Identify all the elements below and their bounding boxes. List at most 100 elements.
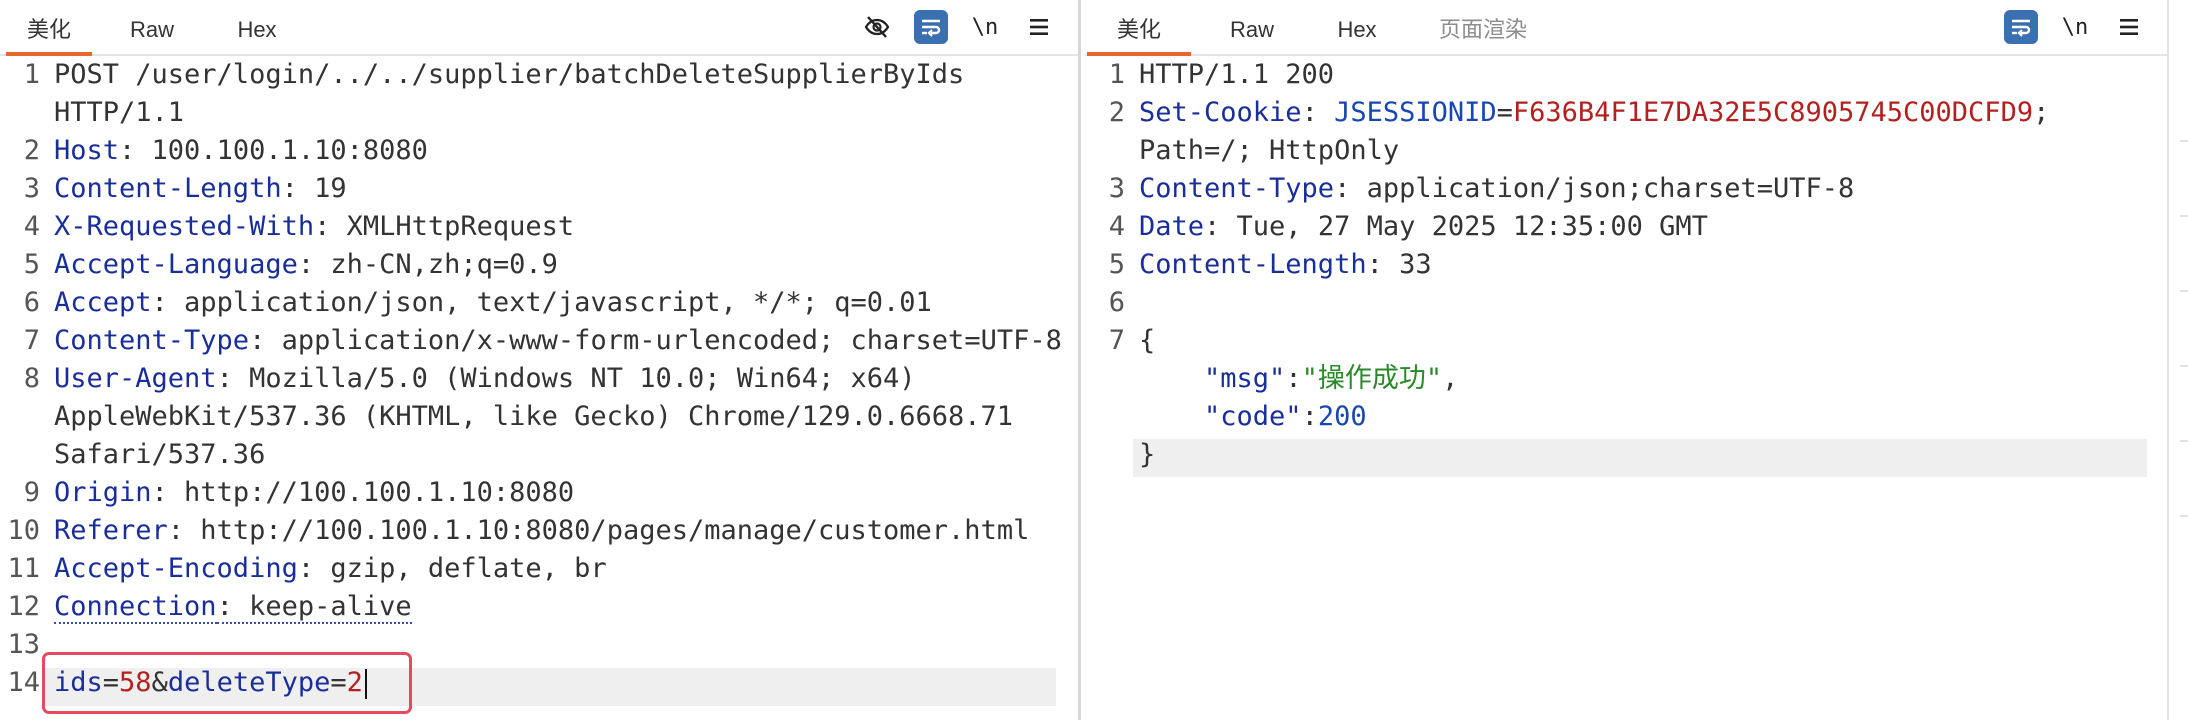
code-token: Content-Type bbox=[1139, 173, 1335, 204]
request-editor[interactable]: 1 POST /user/login/../../supplier/batchDe… bbox=[0, 56, 1078, 720]
request-tab-pretty[interactable]: 美化 bbox=[6, 0, 92, 56]
code-token: POST /user/login/../../supplier/batchDel… bbox=[54, 59, 965, 90]
code-token: , bbox=[1442, 363, 1459, 394]
code-token: Accept-Language bbox=[54, 249, 298, 280]
code-line[interactable]: "msg":"操作成功", bbox=[1085, 360, 2167, 398]
response-tab-hex[interactable]: Hex bbox=[1322, 0, 1392, 54]
newline-toggle[interactable]: \n bbox=[968, 10, 1002, 44]
code-line[interactable]: 1 HTTP/1.1 200 bbox=[1085, 56, 2167, 94]
code-token: User-Agent bbox=[54, 363, 217, 394]
line-number: 7 bbox=[23, 325, 40, 356]
code-token: : 19 bbox=[281, 173, 347, 204]
eye-slash-icon[interactable] bbox=[860, 10, 894, 44]
gutter-tick bbox=[2180, 440, 2188, 442]
code-line[interactable]: 5 Content-Length: 33 bbox=[1085, 246, 2167, 284]
line-number: 14 bbox=[7, 667, 40, 698]
response-tab-raw[interactable]: Raw bbox=[1216, 0, 1288, 54]
code-line[interactable]: 3 Content-Type: application/json;charset=… bbox=[1085, 170, 2167, 208]
request-pane: 美化 Raw Hex \n 1 POST /user/login/../../su… bbox=[0, 0, 1081, 720]
code-line[interactable]: } bbox=[1085, 436, 2167, 474]
gutter-tick bbox=[2180, 140, 2188, 142]
code-token: 200 bbox=[1317, 401, 1367, 432]
code-line[interactable]: 14 ids=58&deleteType=2 bbox=[0, 664, 1078, 702]
response-editor[interactable]: 1 HTTP/1.1 200 2 Set-Cookie: JSESSIONID=F63… bbox=[1085, 56, 2167, 720]
response-tab-render[interactable]: 页面渲染 bbox=[1418, 0, 1548, 54]
request-tab-raw[interactable]: Raw bbox=[116, 0, 188, 54]
gutter-tick bbox=[2180, 215, 2188, 217]
code-token: : bbox=[1301, 401, 1318, 432]
code-line[interactable]: 12 Connection: keep-alive bbox=[0, 588, 1078, 626]
code-token: = bbox=[330, 667, 347, 698]
code-line[interactable]: 4 Date: Tue, 27 May 2025 12:35:00 GMT bbox=[1085, 208, 2167, 246]
code-token: : 33 bbox=[1366, 249, 1432, 280]
line-content: HTTP/1.1 200 bbox=[1139, 56, 1334, 94]
line-content: User-Agent: Mozilla/5.0 (Windows NT 10.0… bbox=[54, 360, 916, 398]
code-token: : application/x-www-form-urlencoded; cha… bbox=[249, 325, 1062, 356]
code-line[interactable]: 5 Accept-Language: zh-CN,zh;q=0.9 bbox=[0, 246, 1078, 284]
code-line[interactable]: 6 bbox=[1085, 284, 2167, 322]
word-wrap-icon[interactable] bbox=[2004, 10, 2038, 44]
line-content: Set-Cookie: JSESSIONID=F636B4F1E7DA32E5C… bbox=[1139, 94, 2049, 132]
code-token: : bbox=[1301, 97, 1335, 128]
line-number: 1 bbox=[23, 59, 40, 90]
scrollbar-gutter[interactable] bbox=[2167, 0, 2188, 720]
line-content: Content-Type: application/x-www-form-url… bbox=[54, 322, 1062, 360]
code-line[interactable]: 7{ bbox=[1085, 322, 2167, 360]
code-line[interactable]: 7 Content-Type: application/x-www-form-ur… bbox=[0, 322, 1078, 360]
line-number: 3 bbox=[1108, 173, 1125, 204]
request-tab-hex[interactable]: Hex bbox=[222, 0, 292, 54]
word-wrap-icon[interactable] bbox=[914, 10, 948, 44]
line-content: "msg":"操作成功", bbox=[1139, 360, 1458, 398]
code-line[interactable]: 2 Set-Cookie: JSESSIONID=F636B4F1E7DA32E5… bbox=[1085, 94, 2167, 132]
newline-toggle[interactable]: \n bbox=[2058, 10, 2092, 44]
gutter-tick bbox=[2180, 515, 2188, 517]
line-content: AppleWebKit/537.36 (KHTML, like Gecko) C… bbox=[54, 398, 1013, 436]
code-line[interactable]: 13 bbox=[0, 626, 1078, 664]
code-token: Date bbox=[1139, 211, 1205, 242]
code-token: 2 bbox=[346, 667, 363, 698]
code-line[interactable]: 11 Accept-Encoding: gzip, deflate, br bbox=[0, 550, 1078, 588]
request-toolbar: 美化 Raw Hex \n bbox=[0, 0, 1078, 56]
code-line[interactable]: Safari/537.36 bbox=[0, 436, 1078, 474]
line-content: Accept: application/json, text/javascrip… bbox=[54, 284, 932, 322]
line-content: Origin: http://100.100.1.10:8080 bbox=[54, 474, 574, 512]
line-number: 5 bbox=[1108, 249, 1125, 280]
code-token: : http://100.100.1.10:8080 bbox=[151, 477, 575, 508]
code-line[interactable]: 8 User-Agent: Mozilla/5.0 (Windows NT 10.… bbox=[0, 360, 1078, 398]
line-number: 8 bbox=[23, 363, 40, 394]
code-token: : XMLHttpRequest bbox=[314, 211, 575, 242]
hamburger-menu-icon[interactable] bbox=[1022, 10, 1056, 44]
line-content: ids=58&deleteType=2 bbox=[54, 664, 367, 702]
code-token: = bbox=[1496, 97, 1513, 128]
line-content: Referer: http://100.100.1.10:8080/pages/… bbox=[54, 512, 1029, 550]
line-content: Host: 100.100.1.10:8080 bbox=[54, 132, 428, 170]
line-number: 7 bbox=[1108, 325, 1125, 356]
code-token: : Mozilla/5.0 (Windows NT 10.0; Win64; x… bbox=[216, 363, 916, 394]
code-line[interactable]: Path=/; HttpOnly bbox=[1085, 132, 2167, 170]
code-token: ; bbox=[2033, 97, 2050, 128]
code-line[interactable]: 1 POST /user/login/../../supplier/batchDe… bbox=[0, 56, 1078, 94]
line-number: 9 bbox=[23, 477, 40, 508]
code-line[interactable]: AppleWebKit/537.36 (KHTML, like Gecko) C… bbox=[0, 398, 1078, 436]
code-line[interactable]: 2 Host: 100.100.1.10:8080 bbox=[0, 132, 1078, 170]
line-content: Safari/537.36 bbox=[54, 436, 265, 474]
line-number: 2 bbox=[1108, 97, 1125, 128]
code-line[interactable]: 4 X-Requested-With: XMLHttpRequest bbox=[0, 208, 1078, 246]
code-token: & bbox=[151, 667, 168, 698]
hamburger-menu-icon[interactable] bbox=[2112, 10, 2146, 44]
code-token: "msg" bbox=[1139, 363, 1286, 394]
response-toolbar: 美化 Raw Hex 页面渲染 \n bbox=[1085, 0, 2167, 56]
code-token: : Tue, 27 May 2025 12:35:00 GMT bbox=[1204, 211, 1708, 242]
code-token: Accept bbox=[54, 287, 152, 318]
code-line[interactable]: 10 Referer: http://100.100.1.10:8080/page… bbox=[0, 512, 1078, 550]
code-line[interactable]: 3 Content-Length: 19 bbox=[0, 170, 1078, 208]
code-line[interactable]: HTTP/1.1 bbox=[0, 94, 1078, 132]
code-line[interactable]: 9 Origin: http://100.100.1.10:8080 bbox=[0, 474, 1078, 512]
response-tab-pretty[interactable]: 美化 bbox=[1087, 0, 1191, 56]
code-line[interactable]: "code":200 bbox=[1085, 398, 2167, 436]
code-token: = bbox=[102, 667, 120, 698]
code-line[interactable]: 6 Accept: application/json, text/javascri… bbox=[0, 284, 1078, 322]
code-token: Content-Length bbox=[1139, 249, 1367, 280]
line-content: { bbox=[1139, 322, 1155, 360]
line-number: 13 bbox=[7, 629, 40, 660]
